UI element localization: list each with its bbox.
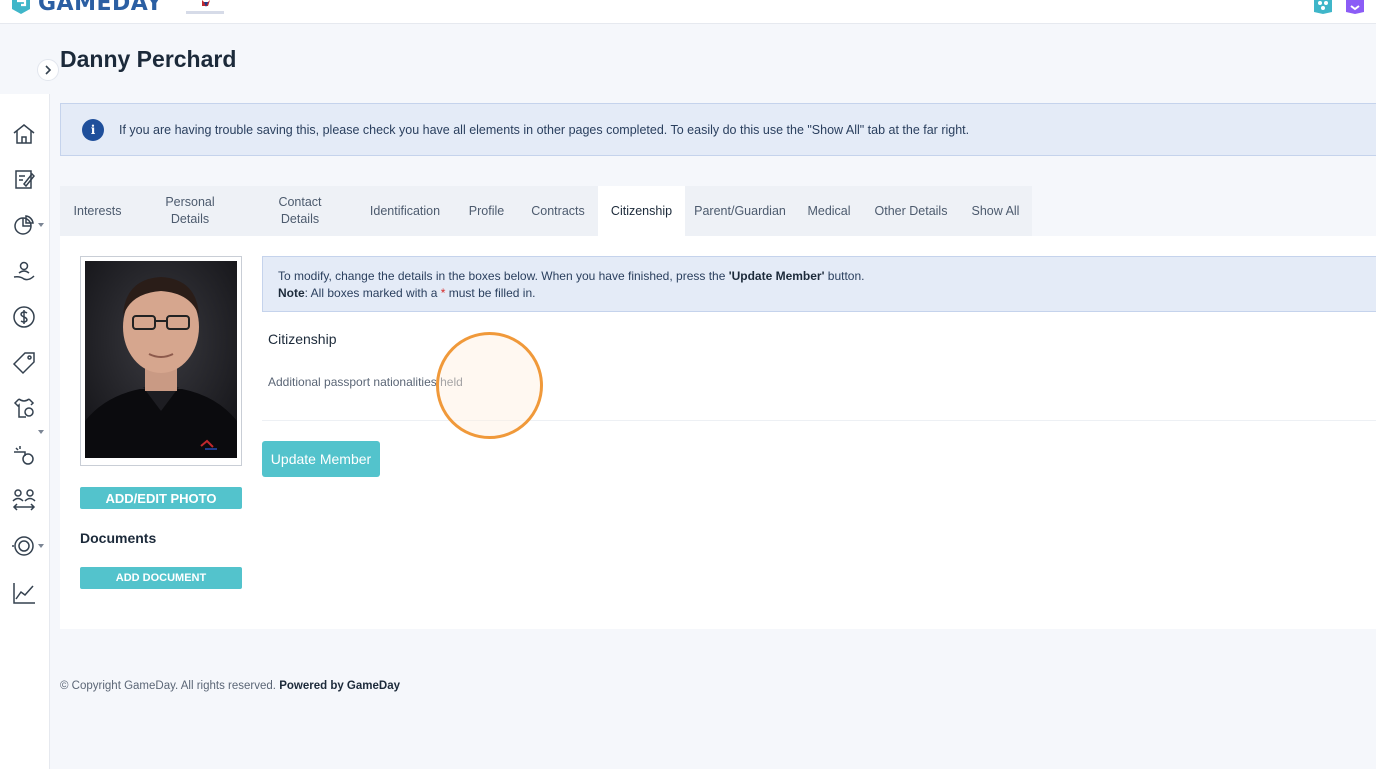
competition-icon[interactable] (11, 533, 37, 559)
tab-identification[interactable]: Identification (355, 186, 455, 236)
copyright-text: © Copyright GameDay. All rights reserved… (60, 680, 280, 692)
click-indicator (436, 332, 543, 439)
passport-nationalities-label: Additional passport nationalities held (268, 375, 463, 389)
gameday-logo[interactable]: GAMEDAY (10, 0, 163, 16)
tab-contracts[interactable]: Contracts (518, 186, 598, 236)
jersey-icon[interactable] (11, 395, 37, 421)
note-text-end: must be filled in. (445, 286, 536, 300)
member-tabs: Interests Personal Details Contact Detai… (60, 186, 1032, 236)
tab-parent-guardian[interactable]: Parent/Guardian (685, 186, 795, 236)
tab-interests[interactable]: Interests (60, 186, 135, 236)
tab-medical[interactable]: Medical (795, 186, 863, 236)
home-icon[interactable] (11, 121, 37, 147)
profile-hex-icon[interactable] (1344, 0, 1366, 14)
member-hand-icon[interactable] (11, 258, 37, 284)
left-sidebar (0, 24, 50, 769)
note-text: : All boxes marked with a (304, 286, 441, 300)
chevron-right-icon (45, 65, 52, 75)
member-photo-frame (80, 256, 242, 466)
instructions-box: To modify, change the details in the box… (262, 256, 1376, 312)
info-banner: i If you are having trouble saving this,… (60, 103, 1376, 156)
tab-show-all[interactable]: Show All (959, 186, 1032, 236)
chevron-down-icon[interactable] (38, 222, 44, 228)
tag-icon[interactable] (11, 350, 37, 376)
content-card: ADD/EDIT PHOTO Documents ADD DOCUMENT To… (60, 236, 1376, 629)
brand-name: GAMEDAY (38, 0, 163, 16)
page-title: Danny Perchard (60, 46, 237, 72)
add-document-button[interactable]: ADD DOCUMENT (80, 567, 242, 589)
note-label: Note (278, 286, 305, 300)
edit-document-icon[interactable] (11, 166, 37, 192)
pie-chart-icon[interactable] (11, 212, 37, 238)
instructions-text-end: button. (824, 269, 865, 283)
sidebar-collapse-button[interactable] (37, 59, 59, 81)
footer: © Copyright GameDay. All rights reserved… (60, 680, 400, 692)
tab-personal-details[interactable]: Personal Details (135, 186, 245, 236)
tab-profile[interactable]: Profile (455, 186, 518, 236)
chevron-down-icon[interactable] (38, 543, 44, 549)
powered-by-link[interactable]: Powered by GameDay (279, 680, 400, 692)
info-icon: i (82, 118, 104, 141)
top-bar: GAMEDAY (0, 0, 1376, 24)
tab-other-details[interactable]: Other Details (863, 186, 959, 236)
tab-contact-details[interactable]: Contact Details (245, 186, 355, 236)
add-edit-photo-button[interactable]: ADD/EDIT PHOTO (80, 487, 242, 509)
dollar-icon[interactable] (11, 304, 37, 330)
line-chart-icon[interactable] (11, 580, 37, 606)
instructions-text: To modify, change the details in the box… (278, 269, 729, 283)
member-photo (85, 261, 237, 458)
update-member-button[interactable]: Update Member (262, 441, 380, 477)
section-title-citizenship: Citizenship (268, 331, 337, 347)
info-banner-text: If you are having trouble saving this, p… (119, 122, 970, 137)
tab-citizenship[interactable]: Citizenship (598, 186, 685, 236)
ice-hockey-uk-logo (186, 0, 224, 14)
divider (262, 420, 1376, 421)
whistle-icon[interactable] (11, 442, 37, 468)
apps-icon[interactable] (1312, 0, 1334, 14)
gameday-logo-icon (12, 0, 30, 14)
documents-heading: Documents (80, 530, 157, 546)
chevron-down-icon[interactable] (38, 429, 44, 435)
instructions-bold-text: 'Update Member' (728, 269, 825, 283)
transfer-people-icon[interactable] (11, 487, 37, 513)
